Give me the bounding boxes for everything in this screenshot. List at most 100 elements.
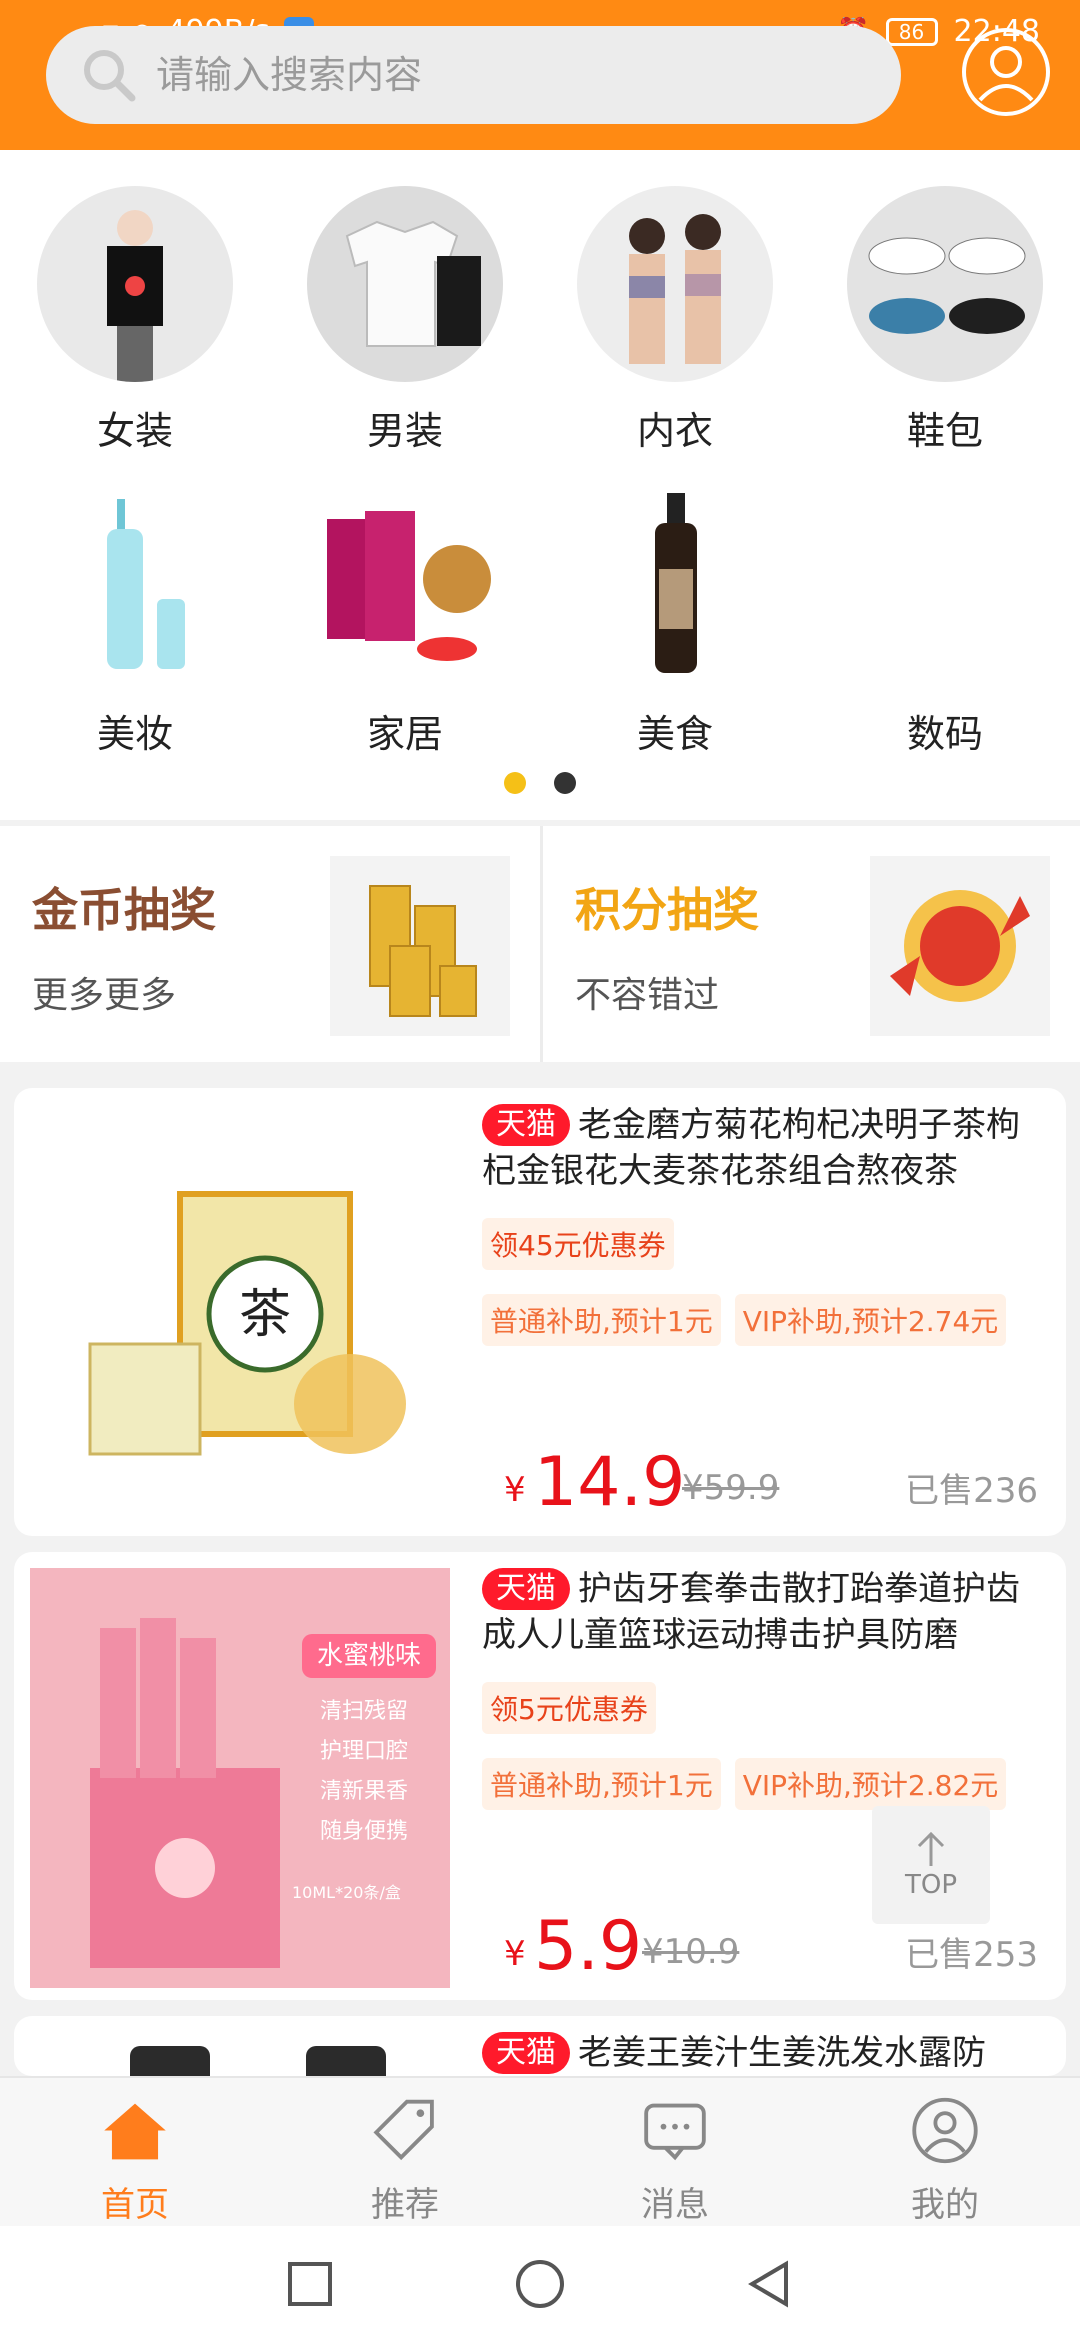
category-womens[interactable]: 女装 [0,186,270,469]
category-underwear[interactable]: 内衣 [540,186,810,469]
tag-icon [373,2099,434,2161]
subsidy-row: 普通补助,预计1元 VIP补助,预计2.74元 [482,1294,1052,1346]
category-grid: 女装 男装 内衣 鞋包 美妆 家居 美食 数码 [0,186,1080,772]
nav-home[interactable]: 首页 [0,2078,270,2226]
home-image [307,489,503,685]
points-lottery-card[interactable]: 积分抽奖 不容错过 [540,826,1080,1062]
category-shoes-bags[interactable]: 鞋包 [810,186,1080,469]
bottom-navigation: 首页 推荐 消息 我的 [0,2076,1080,2226]
profile-icon [912,2097,978,2164]
nav-messages[interactable]: 消息 [540,2078,810,2226]
product-info: 天猫 老金磨方菊花枸杞决明子茶枸杞金银花大麦茶花茶组合熬夜茶 领45元优惠券 普通… [482,1102,1052,1346]
coupon-tag[interactable]: 领5元优惠券 [482,1682,656,1734]
lucky-draw-image [870,856,1050,1036]
nav-profile[interactable]: 我的 [810,2078,1080,2226]
coin-lottery-title: 金币抽奖 [32,883,216,937]
back-icon[interactable] [742,2256,798,2312]
message-icon [644,2103,706,2161]
image-line: 随身便携 [320,1819,408,1844]
image-line: 护理口腔 [320,1739,408,1764]
category-label: 数码 [906,712,983,756]
product-card[interactable]: 茶 天猫 老金磨方菊花枸杞决明子茶枸杞金银花大麦茶花茶组合熬夜茶 领45元优惠券 … [14,1088,1066,1536]
vip-subsidy-tag: VIP补助,预计2.74元 [734,1294,1007,1346]
image-line: 清扫残留 [320,1699,408,1724]
product-title: 天猫 护齿牙套拳击散打跆拳道护齿成人儿童篮球运动搏击护具防磨 [482,1568,1020,1655]
mens-clothing-image [307,186,503,382]
flavor-text: 水蜜桃味 [317,1641,421,1671]
category-label: 美食 [636,712,713,756]
product-image: 水蜜桃味 清扫残留 护理口腔 清新果香 随身便携 10ML*20条/盒 [30,1568,450,1988]
product-title: 天猫 老金磨方菊花枸杞决明子茶枸杞金银花大麦茶花茶组合熬夜茶 [482,1104,1020,1191]
search-icon [74,40,144,110]
vip-subsidy-tag: VIP补助,预计2.82元 [734,1758,1007,1810]
subsidy-row: 普通补助,预计1元 VIP补助,预计2.82元 [482,1758,1052,1810]
category-section: 女装 男装 内衣 鞋包 美妆 家居 美食 数码 [0,150,1080,820]
category-food[interactable]: 美食 [540,489,810,772]
currency-symbol: ¥ [504,1934,526,1974]
original-price: ¥10.9 [642,1932,740,1972]
points-lottery-subtitle: 不容错过 [575,975,720,1016]
current-price: 5.9 [534,1907,643,1986]
coin-lottery-card[interactable]: 金币抽奖 更多更多 [0,826,540,1062]
category-label: 美妆 [96,712,173,756]
page-indicator [0,772,1080,794]
top-label: TOP [904,1870,958,1900]
back-to-top-button[interactable]: TOP [872,1806,990,1924]
arrow-up-icon [917,1831,945,1866]
sold-count: 已售236 [905,1471,1038,1511]
coins-image [330,856,510,1036]
category-digital[interactable]: 数码 [810,489,1080,772]
product-info: 天猫 护齿牙套拳击散打跆拳道护齿成人儿童篮球运动搏击护具防磨 领5元优惠券 普通补… [482,1566,1052,1810]
image-line: 清新果香 [320,1779,408,1804]
current-price: 14.9 [534,1443,686,1522]
price-row: ¥ 14.9 ¥59.9 已售236 [482,1442,1052,1522]
original-price: ¥59.9 [682,1468,780,1508]
search-bar[interactable] [46,26,901,124]
home-icon [104,2103,166,2160]
product-info: 天猫 老姜王姜汁生姜洗发水露防 [482,2030,1052,2076]
category-label: 鞋包 [906,409,983,453]
category-home[interactable]: 家居 [270,489,540,772]
search-input[interactable] [156,53,856,97]
womens-clothing-image [37,186,233,382]
product-title: 天猫 老姜王姜汁生姜洗发水露防 [482,2030,1052,2076]
user-icon [978,46,1034,102]
page-dot-active[interactable] [504,772,526,794]
header: ▂▄▆ ◠ 499B/s ⏰ 86 22:48 [0,0,1080,150]
points-lottery-title: 积分抽奖 [575,883,759,937]
lottery-section: 金币抽奖 更多更多 积分抽奖 不容错过 [0,826,1080,1062]
shoes-image [847,186,1043,382]
nav-recommend[interactable]: 推荐 [270,2078,540,2226]
product-image [30,2032,450,2076]
tmall-badge: 天猫 [482,1568,570,1610]
category-mens[interactable]: 男装 [270,186,540,469]
image-spec: 10ML*20条/盒 [292,1883,401,1902]
normal-subsidy-tag: 普通补助,预计1元 [482,1294,721,1346]
digital-image [847,489,1043,685]
category-label: 家居 [366,712,443,756]
page-dot[interactable] [554,772,576,794]
category-label: 男装 [366,409,443,453]
home-circle-icon[interactable] [512,2256,568,2312]
system-navigation-bar [0,2226,1080,2340]
recent-apps-icon[interactable] [282,2256,338,2312]
underwear-image [577,186,773,382]
product-image: 茶 [30,1104,450,1524]
currency-symbol: ¥ [504,1470,526,1510]
category-beauty[interactable]: 美妆 [0,489,270,772]
tmall-badge: 天猫 [482,1104,570,1146]
user-avatar-button[interactable] [962,28,1050,116]
sold-count: 已售253 [905,1935,1038,1975]
product-card[interactable]: 天猫 老姜王姜汁生姜洗发水露防 [14,2016,1066,2076]
coupon-tag[interactable]: 领45元优惠券 [482,1218,674,1270]
normal-subsidy-tag: 普通补助,预计1元 [482,1758,721,1810]
coin-lottery-subtitle: 更多更多 [32,975,177,1016]
product-card[interactable]: 水蜜桃味 清扫残留 护理口腔 清新果香 随身便携 10ML*20条/盒 天猫 护齿… [14,1552,1066,2000]
beauty-image [37,489,233,685]
battery-icon: 86 [885,17,938,46]
category-label: 女装 [96,409,173,453]
category-label: 内衣 [636,409,713,453]
food-image [577,489,773,685]
tmall-badge: 天猫 [482,2032,570,2074]
svg-text:茶: 茶 [239,1285,291,1345]
